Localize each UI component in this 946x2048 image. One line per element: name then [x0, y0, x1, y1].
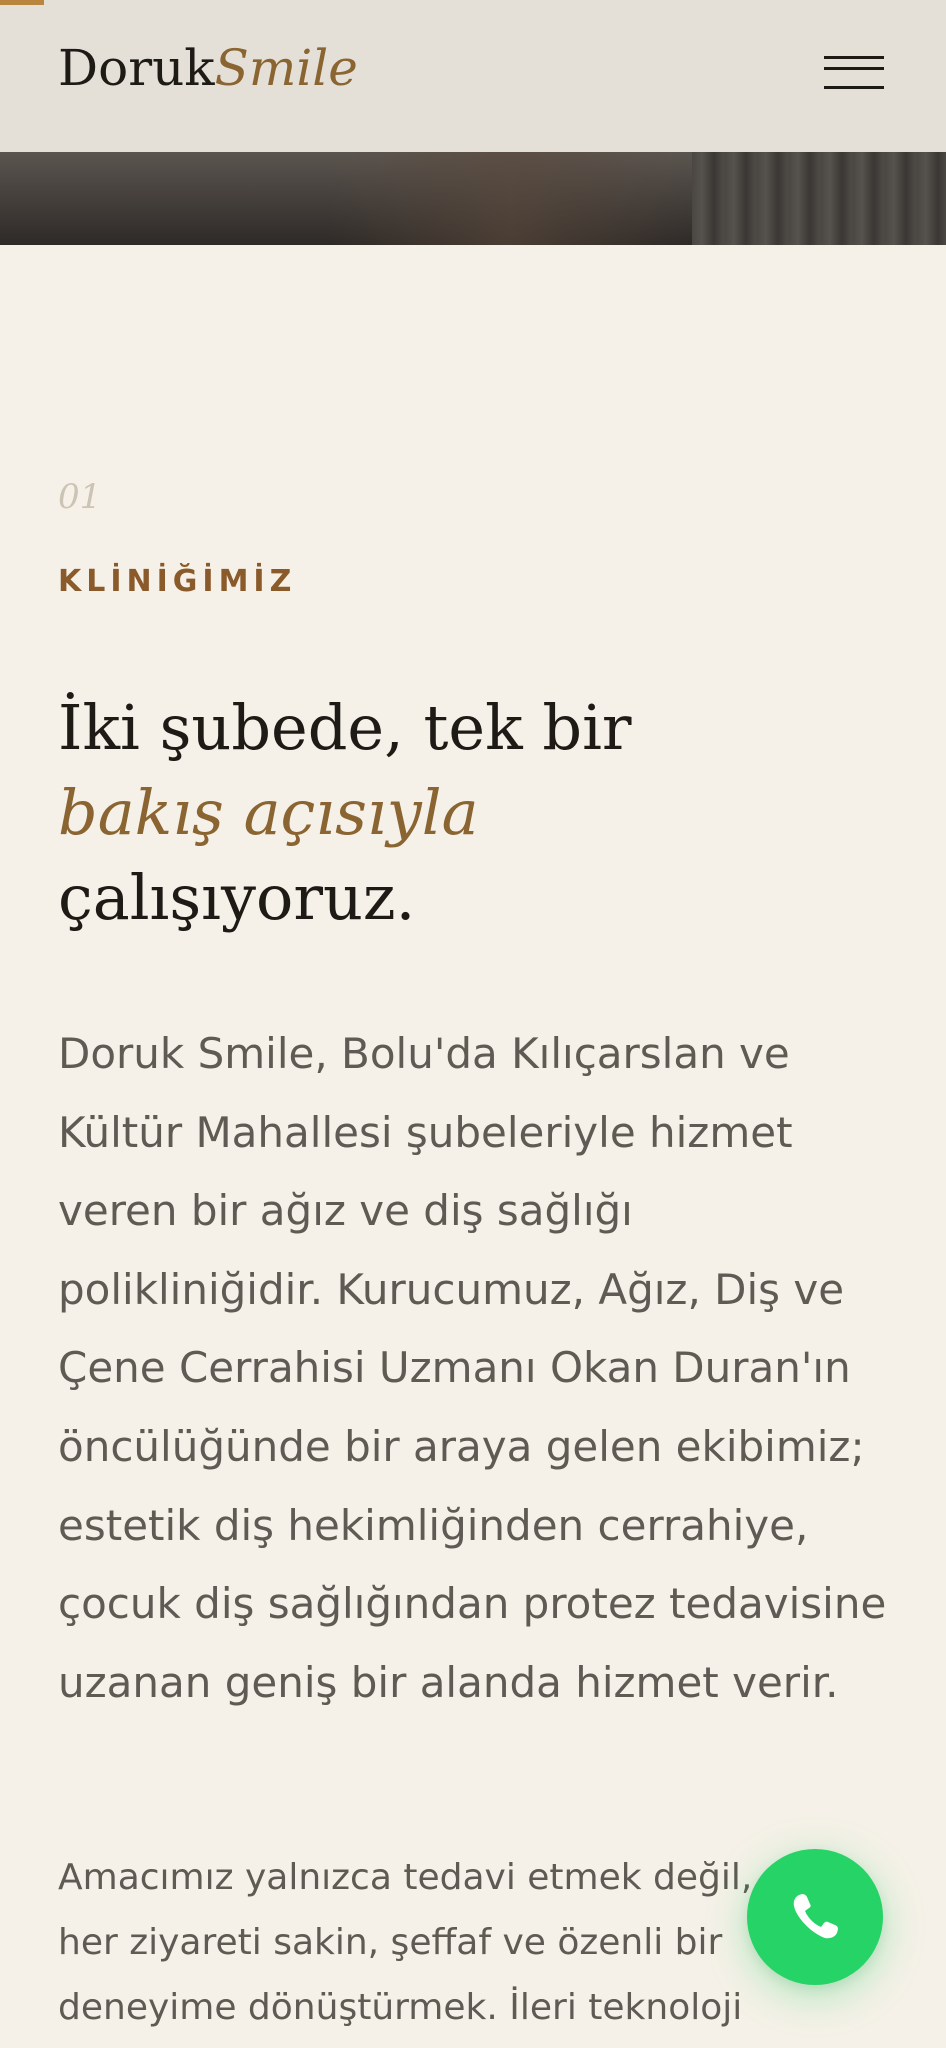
- section-number: 01: [58, 477, 102, 517]
- section-eyebrow: KLİNİĞİMİZ: [58, 564, 297, 599]
- hero-image-warm-area: [330, 152, 690, 245]
- whatsapp-icon: [793, 1894, 838, 1939]
- hamburger-line: [824, 67, 884, 70]
- hamburger-line: [824, 56, 884, 59]
- secondary-paragraph: Amacımız yalnızca tedavi etmek değil, he…: [58, 1857, 753, 2028]
- section-heading: İki şubede, tek bir bakış açısıyla çalış…: [58, 685, 888, 940]
- hero-image-strip: [0, 152, 946, 245]
- scroll-progress-bar: [0, 0, 44, 5]
- logo-main-text: Doruk: [58, 39, 215, 97]
- whatsapp-button[interactable]: [747, 1849, 883, 1985]
- heading-line: İki şubede, tek bir: [58, 691, 632, 764]
- heading-accent-line: bakış açısıyla: [58, 776, 479, 849]
- logo[interactable]: DorukSmile: [58, 36, 358, 100]
- menu-button[interactable]: [820, 52, 888, 96]
- site-header: DorukSmile: [0, 0, 946, 152]
- hero-image-curtain: [692, 152, 946, 245]
- heading-line: çalışıyoruz.: [58, 861, 416, 934]
- hamburger-line: [824, 86, 884, 89]
- intro-paragraph: Doruk Smile, Bolu'da Kılıçarslan ve Kült…: [58, 1029, 887, 1707]
- logo-accent-text: Smile: [214, 39, 358, 97]
